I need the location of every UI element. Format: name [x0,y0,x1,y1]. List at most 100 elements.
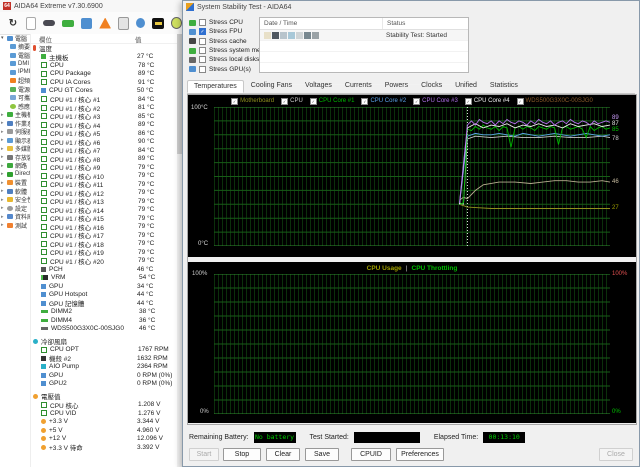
sensor-row[interactable]: 機殼 #2 1632 RPM [31,354,182,363]
cpuid-button[interactable]: CPUID [351,448,391,461]
sensor-row[interactable]: PCH 46 °C [31,265,182,274]
sensor-row[interactable]: GPU 0 RPM (0%) [31,371,182,380]
video-adapter-icon[interactable] [80,17,93,29]
sensor-row[interactable]: GPU 34 °C [31,282,182,291]
tab-temperatures[interactable]: Temperatures [187,80,244,93]
tree-item[interactable]: ▸ 安全性 [0,196,30,204]
sensor-row[interactable]: CPU 核心 1.208 V [31,401,182,410]
sensor-value: 46 °C [137,265,154,273]
green-icon [7,163,13,169]
stress-checkbox[interactable] [199,56,206,64]
main-titlebar[interactable]: 64 AIDA64 Extreme v7.30.6900 [0,0,182,12]
sensor-row[interactable]: +5 V 4.960 V [31,426,182,435]
legend-checkbox[interactable]: ✓ [281,97,289,105]
tree-item-label: 伺服器 [15,130,30,136]
stress-checkbox[interactable] [199,19,206,27]
tree-item[interactable]: ▸ 主機板 [0,111,30,119]
tab-currents[interactable]: Currents [339,80,378,93]
monitor-icon [10,61,16,67]
tree-item[interactable]: ▸ 顯示器 [0,136,30,144]
stress-checkbox[interactable] [199,37,206,45]
sensor-row[interactable]: CPU 78 °C [31,61,182,70]
tree-item[interactable]: ▸ 多媒體 [0,145,30,153]
tree-item[interactable]: 可攜式電腦 [0,94,30,102]
sensor-row[interactable]: CPU IA Cores 91 °C [31,78,182,87]
cpu-icon[interactable] [42,20,55,26]
chip-icon [41,147,47,154]
tree-item[interactable]: 電源管理 [0,85,30,94]
sensor-row[interactable]: CPU #1 / 核心 #20 79 °C [31,257,182,266]
tab-clocks[interactable]: Clocks [415,80,448,93]
clear-button[interactable]: Clear [266,448,300,461]
chevron-right-icon: ▸ [1,154,4,161]
stress-checkbox[interactable] [199,65,206,73]
tree-item[interactable]: 感應器 [0,102,30,111]
tab-voltages[interactable]: Voltages [299,80,338,93]
sensor-row[interactable]: +3.3 V 3.344 V [31,418,182,427]
tree-item[interactable]: ▸ 裝置 [0,179,30,187]
gauge-icon[interactable] [170,17,183,29]
save-button[interactable]: Save [305,448,339,461]
tree-item[interactable]: ▸ 伺服器 [0,128,30,136]
shield-icon [7,197,13,203]
burn-in-icon[interactable] [99,17,112,29]
tab-statistics[interactable]: Statistics [484,80,524,93]
legend-checkbox[interactable]: ✓ [413,97,421,105]
stability-window-icon [186,3,194,11]
aida64-app-icon: 64 [3,2,11,10]
stop-button[interactable]: Stop [223,448,261,461]
tree-item[interactable]: ▸ 設定 [0,204,30,212]
tree-item[interactable]: ▸ DirectX [0,170,30,179]
legend-item: ✓ CPU Core #1 [309,97,354,105]
refresh-icon[interactable]: ↻ [7,18,19,29]
tree-item[interactable]: ▸ 網路 [0,162,30,170]
tab-cooling-fans[interactable]: Cooling Fans [245,80,298,93]
legend-checkbox[interactable]: ✓ [464,97,472,105]
stability-titlebar[interactable]: System Stability Test - AIDA64 [183,1,639,13]
tree-item[interactable]: ▸ 存放裝置 [0,153,30,161]
tree-item[interactable]: ▸ 軟體 [0,187,30,195]
log-row[interactable]: Stability Test: Started [260,30,468,41]
tree-item[interactable]: DMI [0,60,30,69]
legend-checkbox[interactable]: ✓ [516,97,524,105]
tree-item[interactable]: ▾ 電腦 [0,34,30,42]
memory-icon[interactable] [61,19,74,27]
stress-option: ✓ Stress FPU [189,27,259,36]
stress-checkbox[interactable] [199,47,206,55]
tree-item[interactable]: IPMI [0,68,30,77]
sensor-row[interactable]: GPU 記憶體 44 °C [31,299,182,308]
volt-icon [41,419,46,425]
legend-checkbox[interactable]: ✓ [361,97,369,105]
tree-item[interactable]: 摘要 [0,43,30,51]
blue-icon [7,188,13,194]
legend-checkbox[interactable]: ✓ [231,97,239,105]
sensor-row[interactable]: DIMM4 36 °C [31,316,182,325]
clipboard-icon[interactable] [118,16,130,30]
tree-item[interactable]: ▸ 作業系統 [0,119,30,127]
stress-checkbox[interactable]: ✓ [199,28,206,36]
sensor-row[interactable]: DIMM2 38 °C [31,308,182,317]
tree-item[interactable]: 電腦名稱 [0,51,30,60]
tree-item-label: DirectX [15,171,30,178]
sensor-row[interactable]: VRM 54 °C [31,274,182,283]
sensor-row[interactable]: AIO Pump 2364 RPM [31,363,182,372]
sensor-row[interactable]: WDS500G3X0C-00SJG0 46 °C [31,325,182,334]
sensor-row[interactable]: CPU VID 1.276 V [31,409,182,418]
sensor-row[interactable]: CPU Package 89 °C [31,70,182,79]
osd-icon[interactable] [152,17,164,29]
legend-checkbox[interactable]: ✓ [309,97,317,105]
tree-item[interactable]: 超頻 [0,77,30,85]
sensor-label: CPU #1 / 核心 #20 [50,258,104,266]
sensor-row[interactable]: 主機板 27 °C [31,53,182,62]
tab-unified[interactable]: Unified [449,80,483,93]
tree-item[interactable]: ▸ 資料庫 [0,213,30,221]
sensor-row[interactable]: GPU2 0 RPM (0%) [31,380,182,389]
user-icon[interactable] [136,18,146,28]
report-icon[interactable] [25,16,36,30]
sensor-value: 36 °C [139,316,156,324]
tree-item[interactable]: ▸ 測試 [0,221,30,229]
sensor-row[interactable]: +3.3 V 待命 3.392 V [31,443,182,452]
tab-row: Temperatures Cooling Fans Voltages Currents… [187,80,635,94]
preferences-button[interactable]: Preferences [396,448,444,461]
tab-powers[interactable]: Powers [379,80,414,93]
